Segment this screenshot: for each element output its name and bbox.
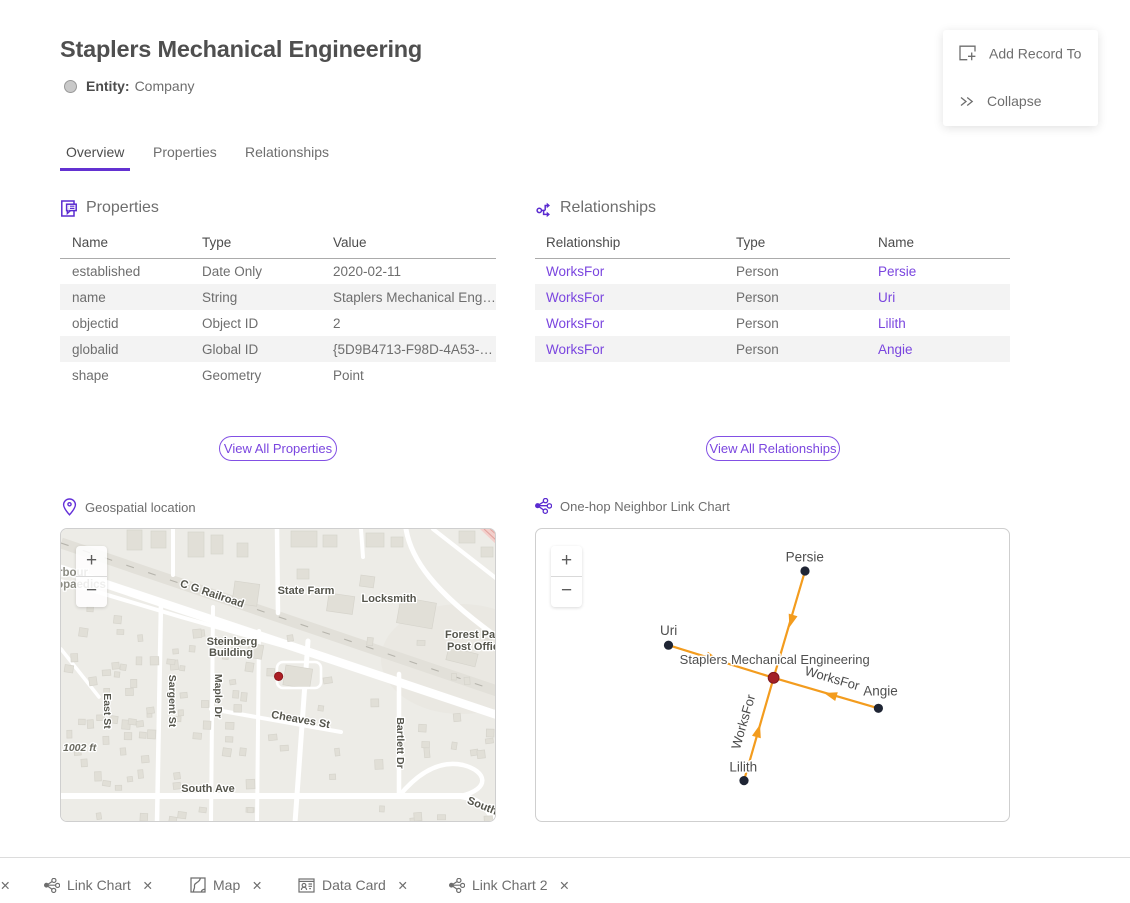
svg-text:Staplers Mechanical Engineerin: Staplers Mechanical Engineering bbox=[680, 652, 870, 667]
svg-text:Bartlett Dr: Bartlett Dr bbox=[394, 717, 406, 768]
svg-text:Sargent St: Sargent St bbox=[166, 675, 178, 728]
svg-text:South Ave: South Ave bbox=[181, 783, 235, 795]
svg-text:East St: East St bbox=[101, 693, 113, 729]
svg-text:Persie: Persie bbox=[786, 550, 824, 565]
svg-text:Locksmith: Locksmith bbox=[361, 593, 416, 605]
svg-text:Building: Building bbox=[209, 647, 253, 659]
svg-text:Forest Park: Forest Park bbox=[445, 629, 496, 641]
svg-text:Lilith: Lilith bbox=[729, 760, 757, 775]
svg-text:WorksFor: WorksFor bbox=[728, 692, 758, 751]
svg-text:1002 ft: 1002 ft bbox=[63, 742, 97, 754]
svg-text:Angie: Angie bbox=[863, 684, 898, 699]
svg-text:Uri: Uri bbox=[660, 623, 677, 638]
svg-text:Maple Dr: Maple Dr bbox=[212, 674, 224, 718]
svg-text:State Farm: State Farm bbox=[278, 585, 335, 597]
svg-text:Post Office: Post Office bbox=[447, 641, 496, 653]
